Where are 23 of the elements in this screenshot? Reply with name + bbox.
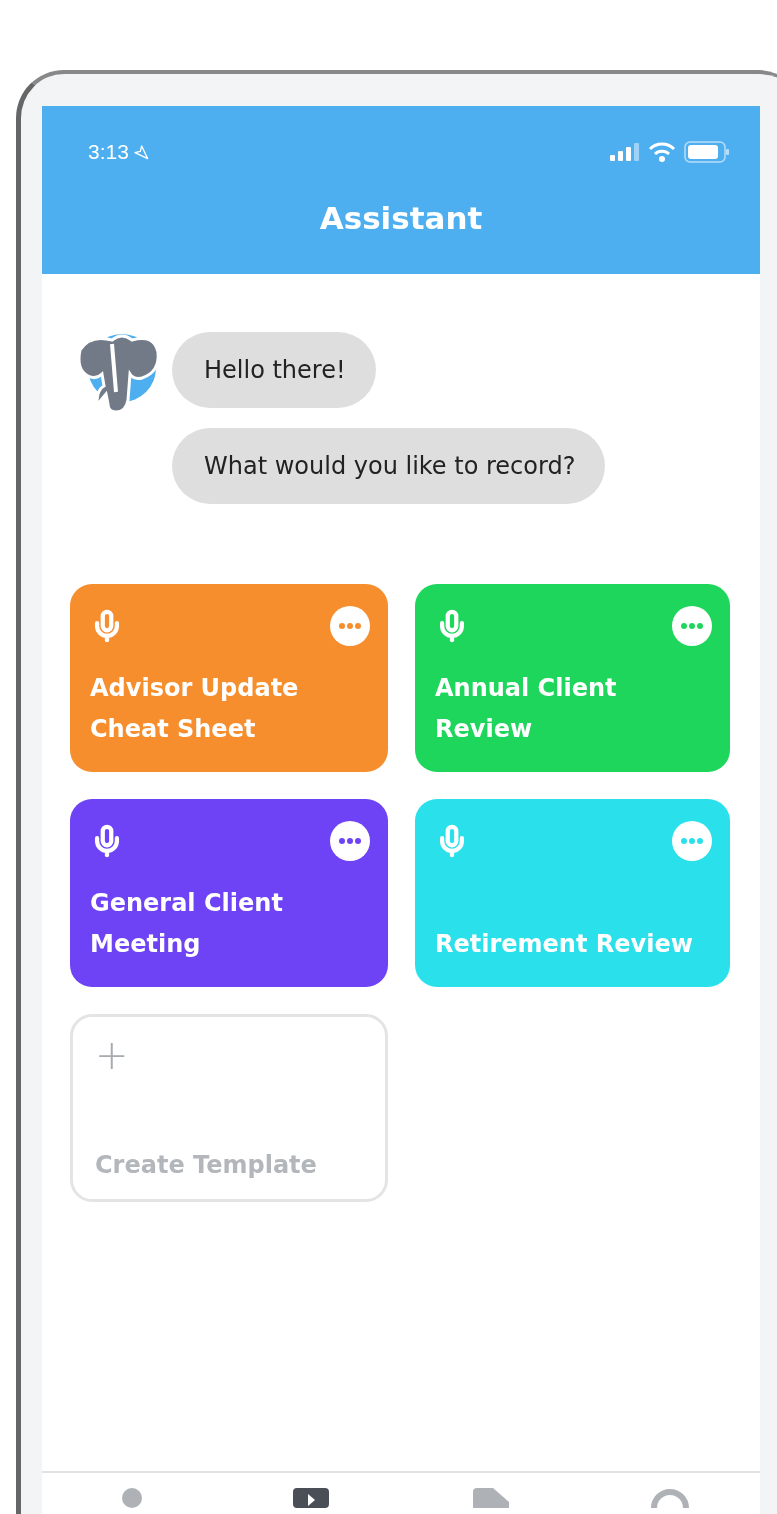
template-title: Advisor Update Cheat Sheet: [90, 673, 300, 745]
template-title: General Client Meeting: [90, 888, 284, 960]
chat-bubble: Hello there!: [172, 332, 376, 408]
chat-bubble: What would you like to record?: [172, 428, 606, 504]
template-card[interactable]: Retirement Review: [415, 799, 730, 987]
screen-title: Assistant: [318, 200, 484, 236]
battery-icon: [684, 141, 730, 163]
document-icon: [472, 1488, 509, 1508]
location-arrow-icon: [132, 144, 149, 160]
template-card[interactable]: Annual Client Review: [415, 584, 730, 772]
template-title: Annual Client Review: [435, 673, 618, 745]
template-card[interactable]: General Client Meeting: [70, 799, 388, 987]
status-time: 3:13: [88, 140, 129, 164]
more-icon[interactable]: [330, 606, 370, 646]
template-card[interactable]: Advisor Update Cheat Sheet: [70, 584, 388, 772]
more-icon[interactable]: [330, 821, 370, 861]
plus-icon: +: [95, 1035, 129, 1075]
create-template-card[interactable]: + Create Template: [70, 1014, 388, 1202]
create-template-label: Create Template: [95, 1151, 318, 1179]
wifi-icon: [648, 142, 676, 162]
signal-icon: [610, 143, 640, 161]
play-icon: [293, 1488, 330, 1508]
template-title: Retirement Review: [435, 929, 694, 960]
